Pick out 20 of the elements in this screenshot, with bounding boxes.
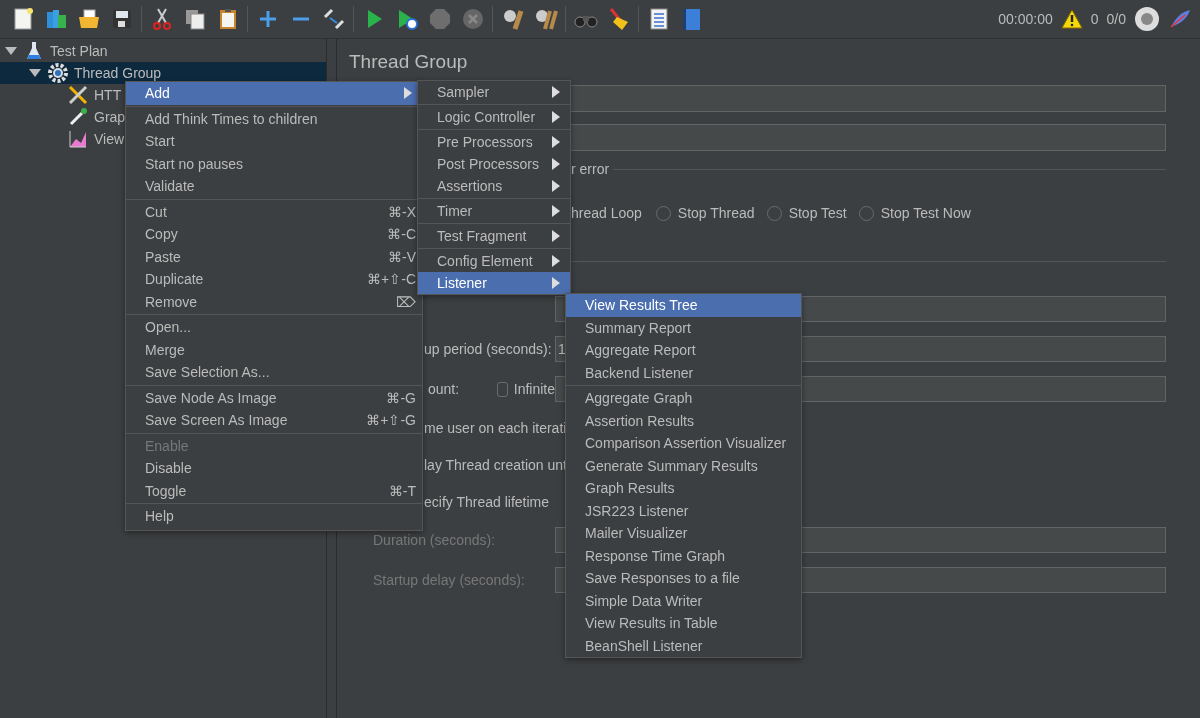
tree-label: Test Plan bbox=[50, 43, 108, 59]
tree-label: View bbox=[94, 131, 125, 147]
radio-label: Stop Test bbox=[788, 205, 847, 221]
field-label: Startup delay (seconds): bbox=[373, 572, 525, 588]
radio-label: Stop Test Now bbox=[880, 205, 971, 221]
panel-title: Thread Group bbox=[349, 51, 469, 73]
section-label: r error bbox=[571, 161, 610, 177]
radio-label: Stop Thread bbox=[677, 205, 755, 221]
checkbox-label: Infinite bbox=[513, 381, 555, 397]
option-label: ecify Thread lifetime bbox=[423, 493, 549, 510]
field-label: up period (seconds): bbox=[424, 341, 552, 357]
tree-label: Grap bbox=[94, 109, 126, 125]
tree-label: Thread Group bbox=[74, 65, 162, 81]
field-label: ount: bbox=[428, 381, 460, 397]
elapsed-time: 00:00:00 bbox=[998, 11, 1053, 27]
radio-label: hread Loop bbox=[571, 205, 642, 221]
field-label: Duration (seconds): bbox=[373, 532, 496, 548]
thread-count: 0/0 bbox=[1106, 11, 1126, 27]
warning-count: 0 bbox=[1090, 11, 1099, 27]
tree-label: HTT bbox=[94, 87, 122, 103]
